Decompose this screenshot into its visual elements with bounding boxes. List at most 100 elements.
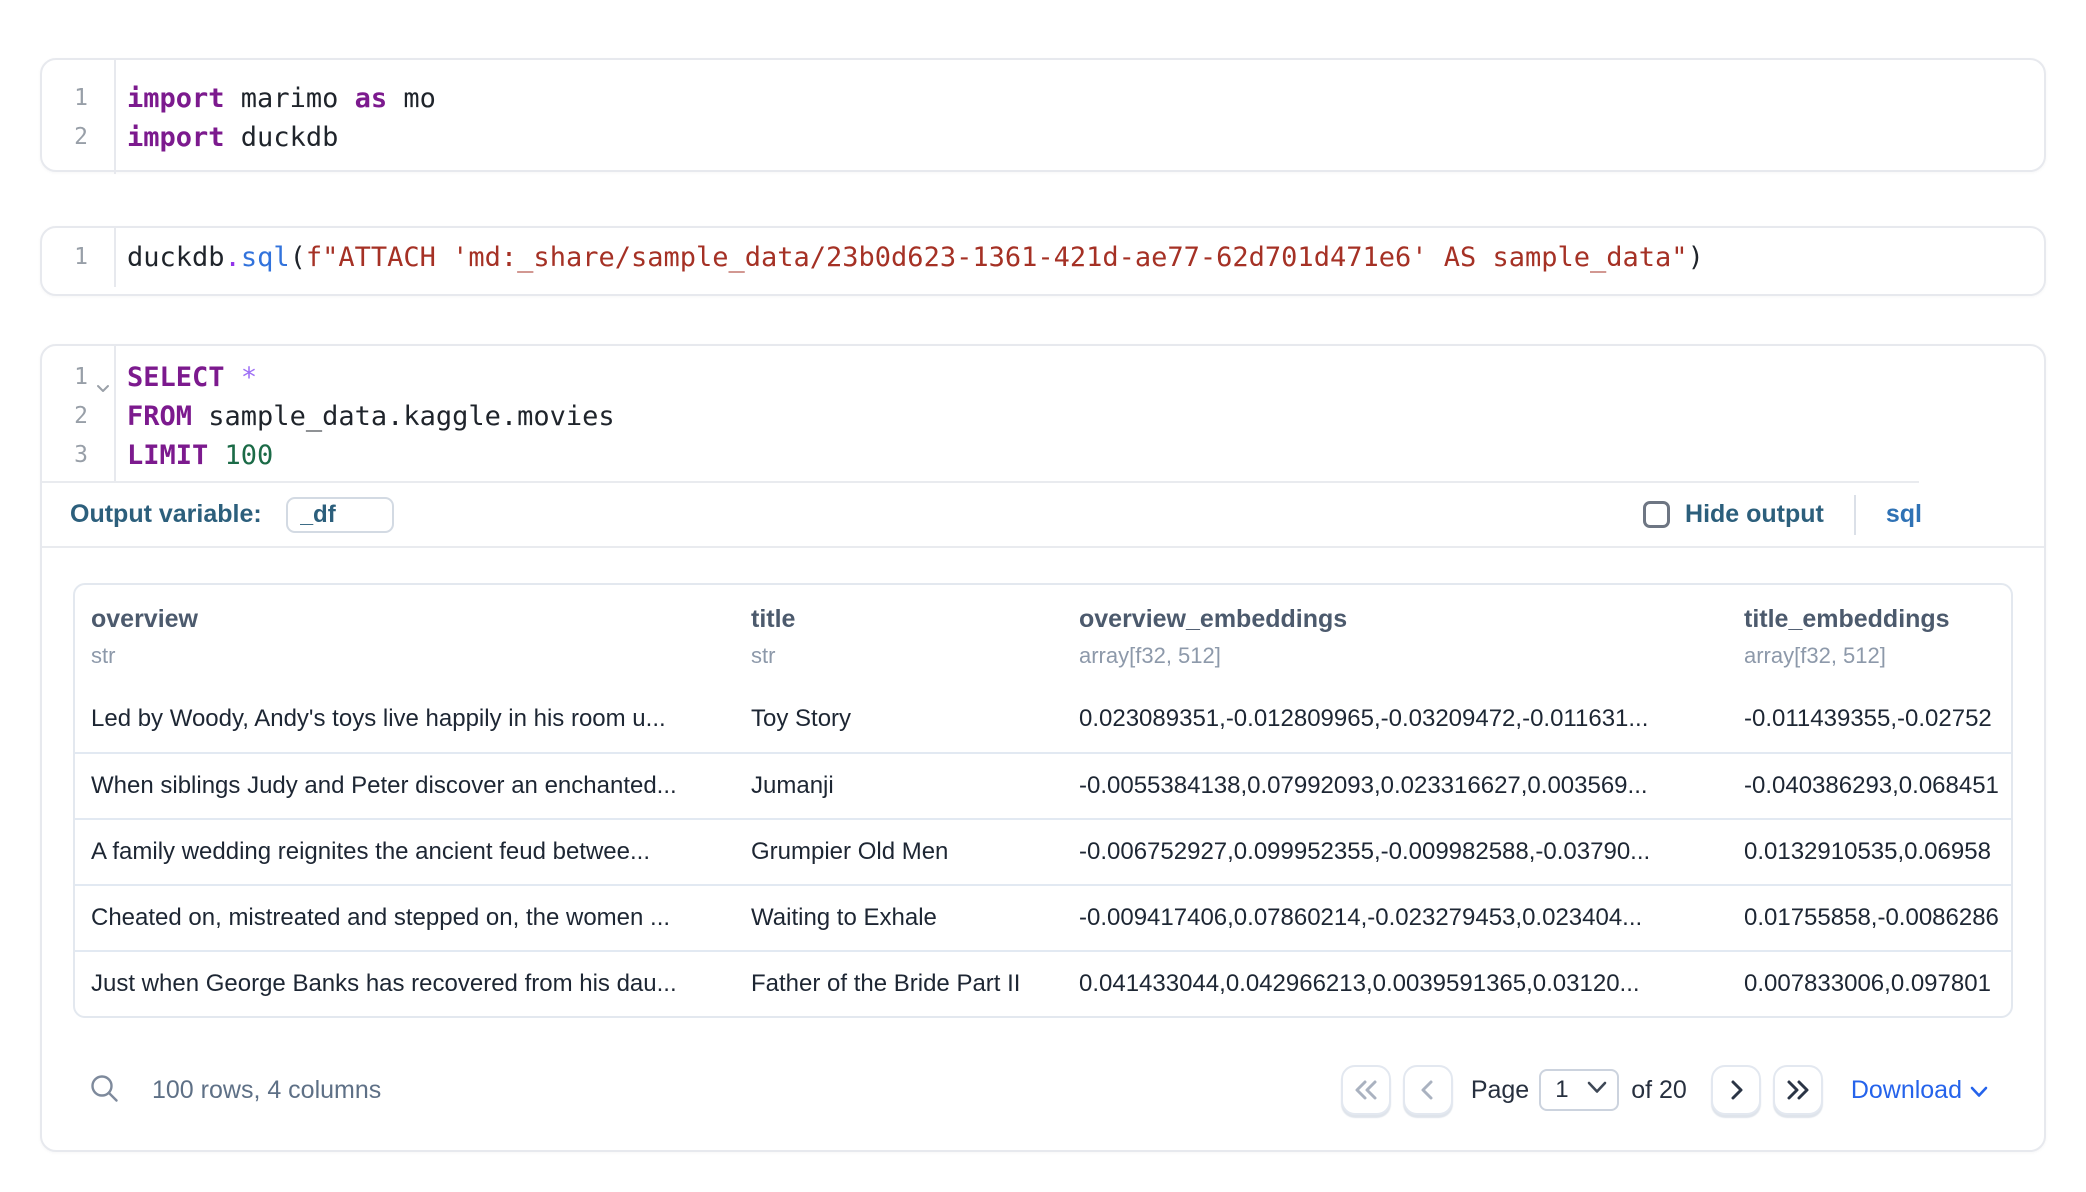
table-header-row: overview str title str overview_embeddingsar… [75,585,2011,686]
table-cell: 0.041433044,0.042966213,0.0039591365,0.0… [1079,970,1744,998]
code-token: SELECT [127,362,225,393]
output-variable-label: Output variable: [70,500,262,529]
last-page-icon [1785,1079,1811,1101]
code-token: mo [387,83,436,114]
table-cell: -0.006752927,0.099952355,-0.009982588,-0… [1079,838,1744,866]
code-token: duckdb [127,242,225,273]
code-line[interactable]: 1import marimo as mo [42,79,2044,118]
page-label: Page [1471,1076,1529,1105]
last-page-button[interactable] [1773,1065,1823,1115]
code-token: 100 [225,440,274,471]
column-name: title [751,605,1069,634]
output-variable-bar: Output variable: Hide output sql [42,483,2044,548]
code-cell-attach-db: 1duckdb.sql(f"ATTACH 'md:_share/sample_d… [40,226,2046,296]
line-number: 1 [42,79,88,118]
code-token: import [127,83,225,114]
code-editor[interactable]: 1 SELECT * 2 FROM sample_data.kaggle.movies… [42,346,2044,481]
table-row: When siblings Judy and Peter discover an… [75,752,2011,818]
table-row: A family wedding reignites the ancient f… [75,818,2011,884]
table-cell: A family wedding reignites the ancient f… [91,838,751,866]
first-page-button[interactable] [1341,1065,1391,1115]
next-page-button[interactable] [1711,1065,1761,1115]
page-select-value: 1 [1555,1076,1568,1104]
table-cell: -0.0055384138,0.07992093,0.023316627,0.0… [1079,772,1744,800]
table-cell: Cheated on, mistreated and stepped on, t… [91,904,751,932]
result-table: overview str title str overview_embeddingsar… [73,583,2013,1018]
column-header-overview[interactable]: overview str [91,605,751,686]
hide-output-checkbox[interactable] [1643,501,1670,528]
table-cell: 0.023089351,-0.012809965,-0.03209472,-0.… [1079,705,1744,733]
line-number: 2 [42,118,88,157]
column-name: overview_embeddings [1079,605,1734,634]
table-footer: 100 rows, 4 columns Page 1 [42,1058,2044,1122]
column-type: str [751,643,1069,669]
table-cell: 0.0132910535,0.06958 [1744,838,2011,866]
code-token: LIMIT [127,440,208,471]
column-header-title[interactable]: title str [751,605,1079,686]
prev-page-button[interactable] [1403,1065,1453,1115]
table-cell: -0.011439355,-0.02752 [1744,705,2011,733]
line-number: 1 [42,238,88,277]
column-name: title_embeddings [1744,605,2011,634]
pagination: Page 1 of 20 [1341,1065,1988,1115]
output-variable-input[interactable] [286,497,394,533]
code-token: marimo [225,83,355,114]
code-line[interactable]: 2 import duckdb [42,118,2044,157]
table-body: Led by Woody, Andy's toys live happily i… [75,686,2011,1016]
code-cell-imports: 1import marimo as mo2import duckdb [40,58,2046,172]
table-cell: -0.009417406,0.07860214,-0.023279453,0.0… [1079,904,1744,932]
download-chevron-icon [1962,1076,1988,1105]
select-chevron-icon [1587,1081,1607,1099]
sql-cell: 1 SELECT * 2 FROM sample_data.kaggle.movies… [40,344,2046,1152]
column-type: str [91,643,741,669]
line-number: 2 [42,397,88,436]
code-editor[interactable]: 1duckdb.sql(f"ATTACH 'md:_share/sample_d… [42,228,2044,287]
download-button[interactable]: Download [1851,1076,1988,1105]
table-cell: Led by Woody, Andy's toys live happily i… [91,705,751,733]
column-header-title_embeddings[interactable]: title_embeddings array[f32, 512] [1744,605,2011,686]
code-token: ( [290,242,306,273]
page-select[interactable]: 1 [1539,1069,1619,1111]
code-line[interactable]: 1duckdb.sql(f"ATTACH 'md:_share/sample_d… [42,238,2044,277]
table-row: Led by Woody, Andy's toys live happily i… [75,686,2011,752]
hide-output-label[interactable]: Hide output [1685,500,1824,529]
download-label: Download [1851,1076,1962,1105]
prev-page-icon [1417,1079,1439,1101]
cell-language-badge[interactable]: sql [1886,500,1922,529]
table-cell: Waiting to Exhale [751,904,1079,932]
code-token: sample_data.kaggle.movies [192,401,615,432]
search-button[interactable] [86,1071,124,1109]
code-token: f"ATTACH 'md:_share/sample_data/23b0d623… [306,242,1688,273]
first-page-icon [1353,1079,1379,1101]
code-token: duckdb [225,122,339,153]
table-cell: Grumpier Old Men [751,838,1079,866]
column-type: array[f32, 512] [1744,643,2011,669]
column-header-overview_embeddings[interactable]: overview_embeddings array[f32, 512] [1079,605,1744,686]
table-row: Cheated on, mistreated and stepped on, t… [75,884,2011,950]
code-line[interactable]: 2 FROM sample_data.kaggle.movies [42,397,2044,436]
table-cell: When siblings Judy and Peter discover an… [91,772,751,800]
column-name: overview [91,605,741,634]
table-cell: -0.040386293,0.068451 [1744,772,2011,800]
table-row: Just when George Banks has recovered fro… [75,950,2011,1016]
code-line[interactable]: 3LIMIT 100 [42,436,2044,475]
code-token: FROM [127,401,192,432]
search-icon [88,1072,122,1109]
table-cell: Jumanji [751,772,1079,800]
code-line[interactable]: 1 SELECT * [42,358,2044,397]
fold-chevron-icon[interactable] [94,369,112,387]
code-editor[interactable]: 1import marimo as mo2import duckdb [42,60,2044,174]
code-token [208,440,224,471]
toolbar-divider [1854,495,1856,535]
column-type: array[f32, 512] [1079,643,1734,669]
table-cell: Father of the Bride Part II [751,970,1079,998]
code-token: sql [241,242,290,273]
code-token: ) [1688,242,1704,273]
code-token: import [127,122,225,153]
code-token: * [241,362,257,393]
table-cell: 0.01755858,-0.0086286 [1744,904,2011,932]
code-token [225,362,241,393]
line-number: 1 [42,358,88,397]
row-column-count: 100 rows, 4 columns [152,1076,381,1105]
table-cell: Toy Story [751,705,1079,733]
